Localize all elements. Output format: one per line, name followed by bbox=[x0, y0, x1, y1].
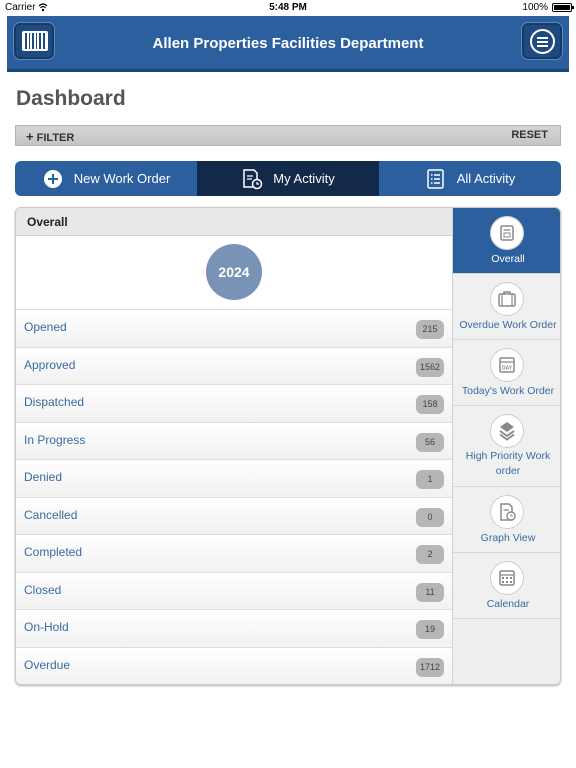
overall-icon bbox=[490, 216, 524, 250]
status-list: Opened 215 Approved 1562 Dispatched 158 … bbox=[16, 309, 452, 684]
year-area: 2024 bbox=[16, 236, 452, 309]
status-row-in-progress[interactable]: In Progress 56 bbox=[16, 421, 452, 459]
status-row-dispatched[interactable]: Dispatched 158 bbox=[16, 384, 452, 422]
graph-document-icon bbox=[490, 495, 524, 529]
tab-new-work-order[interactable]: New Work Order bbox=[15, 161, 197, 196]
status-count: 158 bbox=[416, 395, 444, 414]
side-item-label: High Priority Work order bbox=[465, 450, 551, 477]
activity-tabs: New Work Order My Activity All Activity bbox=[15, 161, 561, 196]
side-item-graph-view[interactable]: Graph View bbox=[453, 487, 560, 553]
overall-section: Overall 2024 Opened 215 Approved 1562 Di… bbox=[16, 208, 452, 684]
tab-my-activity[interactable]: My Activity bbox=[197, 161, 379, 196]
status-label: In Progress bbox=[24, 432, 86, 447]
status-row-cancelled[interactable]: Cancelled 0 bbox=[16, 496, 452, 534]
add-circle-icon bbox=[42, 168, 64, 190]
list-icon bbox=[426, 168, 444, 189]
status-count: 0 bbox=[416, 507, 444, 527]
side-nav: Overall Overdue Work Order DAY Today's W… bbox=[452, 208, 560, 684]
tab-all-activity[interactable]: All Activity bbox=[379, 161, 561, 196]
overall-header: Overall bbox=[16, 208, 452, 236]
side-item-overdue-work-order[interactable]: Overdue Work Order bbox=[453, 274, 560, 340]
side-item-overall[interactable]: Overall bbox=[453, 208, 560, 274]
tab-label: My Activity bbox=[273, 171, 335, 186]
status-row-completed[interactable]: Completed 2 bbox=[16, 534, 452, 572]
status-count: 19 bbox=[416, 620, 444, 639]
status-count: 215 bbox=[416, 320, 444, 339]
status-label: On-Hold bbox=[24, 620, 69, 634]
status-count: 56 bbox=[416, 432, 444, 452]
plus-icon: + bbox=[26, 129, 34, 144]
tab-label: All Activity bbox=[456, 171, 516, 186]
status-count: 1 bbox=[416, 470, 444, 489]
status-row-closed[interactable]: Closed 11 bbox=[16, 571, 452, 609]
side-item-high-priority-work-order[interactable]: High Priority Work order bbox=[453, 406, 560, 487]
status-row-overdue[interactable]: Overdue 1712 bbox=[16, 646, 452, 684]
svg-text:DAY: DAY bbox=[502, 366, 513, 372]
side-item-label: Today's Work Order bbox=[461, 385, 555, 397]
status-count: 1712 bbox=[415, 657, 444, 677]
status-bar: Carrier 5:48 PM 100% bbox=[0, 0, 576, 16]
hamburger-menu-icon bbox=[530, 29, 555, 54]
status-label: Approved bbox=[24, 357, 76, 372]
status-count: 1562 bbox=[415, 357, 444, 377]
battery-icon bbox=[552, 3, 574, 12]
year-badge[interactable]: 2024 bbox=[206, 244, 262, 300]
page-title: Dashboard bbox=[16, 87, 126, 110]
briefcase-icon bbox=[490, 282, 524, 316]
header-title: Allen Properties Facilities Department bbox=[152, 35, 424, 52]
overall-heading: Overall bbox=[27, 215, 68, 229]
status-row-opened[interactable]: Opened 215 bbox=[16, 309, 452, 347]
side-item-label: Graph View bbox=[480, 532, 536, 544]
dashboard-panel: Overall 2024 Opened 215 Approved 1562 Di… bbox=[15, 207, 561, 685]
status-label: Cancelled bbox=[24, 507, 78, 522]
status-label: Completed bbox=[24, 545, 83, 559]
status-label: Dispatched bbox=[24, 395, 85, 409]
side-item-todays-work-order[interactable]: DAY Today's Work Order bbox=[453, 340, 560, 406]
side-item-calendar[interactable]: Calendar bbox=[453, 553, 560, 619]
side-item-label: Overdue Work Order bbox=[459, 319, 557, 331]
menu-button[interactable] bbox=[521, 22, 563, 60]
document-clock-icon bbox=[243, 168, 263, 189]
status-label: Overdue bbox=[24, 657, 71, 672]
status-label: Opened bbox=[24, 320, 67, 334]
status-label: Denied bbox=[24, 470, 63, 484]
layers-icon bbox=[490, 414, 524, 448]
status-row-denied[interactable]: Denied 1 bbox=[16, 459, 452, 497]
side-item-label: Overall bbox=[491, 253, 525, 265]
clock-time: 5:48 PM bbox=[269, 2, 307, 13]
status-row-on-hold[interactable]: On-Hold 19 bbox=[16, 609, 452, 647]
side-item-label: Calendar bbox=[486, 598, 530, 610]
reset-button[interactable]: RESET bbox=[511, 129, 548, 141]
battery-percent: 100% bbox=[522, 2, 548, 13]
tab-label: New Work Order bbox=[73, 171, 171, 186]
filter-bar: + FILTER RESET bbox=[15, 125, 561, 146]
status-count: 2 bbox=[416, 545, 444, 564]
filter-toggle[interactable]: + FILTER bbox=[26, 129, 74, 144]
status-count: 11 bbox=[416, 582, 444, 602]
filter-label: FILTER bbox=[36, 132, 75, 144]
calendar-day-icon: DAY bbox=[490, 348, 524, 382]
app-header: Allen Properties Facilities Department bbox=[7, 16, 569, 72]
status-label: Closed bbox=[24, 582, 62, 597]
status-row-approved[interactable]: Approved 1562 bbox=[16, 346, 452, 384]
calendar-icon bbox=[490, 561, 524, 595]
